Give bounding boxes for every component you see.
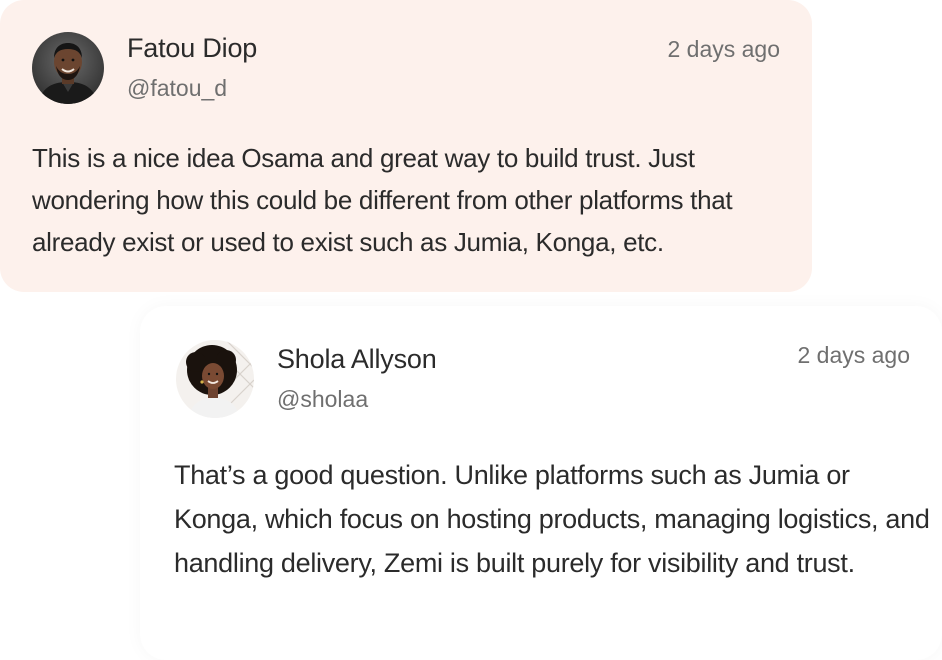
avatar-photo-man-icon [32, 32, 104, 104]
reply-card: Shola Allyson @sholaa 2 days ago That’s … [140, 306, 942, 660]
timestamp: 2 days ago [667, 36, 780, 62]
reply-body: That’s a good question. Unlike platforms… [174, 460, 930, 578]
timestamp: 2 days ago [797, 342, 910, 368]
author-handle[interactable]: @fatou_d [127, 75, 227, 102]
avatar[interactable] [176, 340, 254, 418]
comment-thread: Fatou Diop @fatou_d 2 days ago This is a… [0, 0, 942, 660]
avatar[interactable] [32, 32, 104, 104]
author-name[interactable]: Fatou Diop [127, 33, 257, 64]
comment-card: Fatou Diop @fatou_d 2 days ago This is a… [0, 0, 812, 292]
author-handle[interactable]: @sholaa [277, 386, 368, 413]
author-name[interactable]: Shola Allyson [277, 344, 437, 375]
avatar-photo-woman-icon [176, 340, 254, 418]
comment-body: This is a nice idea Osama and great way … [32, 143, 733, 257]
